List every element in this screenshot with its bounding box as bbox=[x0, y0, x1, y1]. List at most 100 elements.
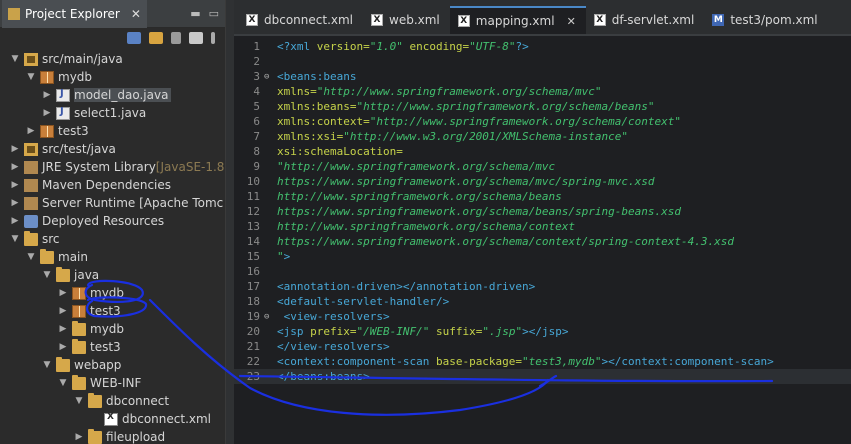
editor-tab[interactable]: Xweb.xml bbox=[363, 6, 450, 34]
code-line[interactable]: 9 "http://www.springframework.org/schema/… bbox=[234, 159, 851, 174]
code-line[interactable]: 7 xmlns:xsi="http://www.w3.org/2001/XMLSc… bbox=[234, 129, 851, 144]
tree-item[interactable]: ▶ mydb bbox=[58, 284, 125, 302]
chevron-down-icon[interactable]: ▼ bbox=[10, 234, 20, 244]
chevron-right-icon[interactable]: ▶ bbox=[74, 432, 84, 442]
code-line[interactable]: 8 xsi:schemaLocation= bbox=[234, 144, 851, 159]
xml-file-icon: X bbox=[457, 15, 470, 27]
line-number: 11 bbox=[246, 190, 260, 203]
code-line[interactable]: 23 </beans:beans> bbox=[234, 369, 851, 384]
chevron-right-icon[interactable]: ▶ bbox=[42, 108, 52, 118]
fold-toggle-icon[interactable]: ⊖ bbox=[264, 72, 272, 82]
tree-item[interactable]: ▼ mydb bbox=[26, 68, 93, 86]
minimize-icon[interactable]: ▬ bbox=[190, 7, 200, 20]
code-line[interactable]: 20 <jsp prefix="/WEB-INF/" suffix=".jsp">… bbox=[234, 324, 851, 339]
code-line[interactable]: 21 </view-resolvers> bbox=[234, 339, 851, 354]
editor-tab[interactable]: Xdf-servlet.xml bbox=[586, 6, 705, 34]
tree-item[interactable]: ▶ model_dao.java bbox=[42, 86, 172, 104]
tree-item[interactable]: ▶ Deployed Resources bbox=[10, 212, 165, 230]
chevron-down-icon[interactable]: ▼ bbox=[74, 396, 84, 406]
line-number: 13 bbox=[246, 220, 260, 233]
line-number: 1 bbox=[253, 40, 260, 53]
tree-item[interactable]: ▼ java bbox=[42, 266, 99, 284]
chevron-right-icon[interactable]: ▶ bbox=[10, 162, 20, 172]
project-explorer-tab[interactable]: Project Explorer ✕ bbox=[2, 0, 147, 28]
chevron-right-icon[interactable]: ▶ bbox=[10, 216, 20, 226]
tree-item[interactable]: ▼ src bbox=[10, 230, 60, 248]
chevron-right-icon[interactable]: ▶ bbox=[26, 126, 36, 136]
collapse-all-icon[interactable] bbox=[127, 32, 141, 44]
code-line[interactable]: 16 bbox=[234, 264, 851, 279]
chevron-right-icon[interactable]: ▶ bbox=[58, 342, 68, 352]
code-area[interactable]: 1 <?xml version="1.0" encoding="UTF-8"?> 2… bbox=[234, 38, 851, 444]
chevron-right-icon[interactable]: ▶ bbox=[42, 90, 52, 100]
panel-splitter[interactable] bbox=[226, 0, 234, 444]
chevron-right-icon[interactable]: ▶ bbox=[10, 180, 20, 190]
tree-item[interactable]: dbconnect.xml bbox=[90, 410, 211, 428]
chevron-right-icon[interactable]: ▶ bbox=[58, 288, 68, 298]
code-line[interactable]: 12 https://www.springframework.org/schema… bbox=[234, 204, 851, 219]
chevron-right-icon[interactable]: ▶ bbox=[10, 144, 20, 154]
link-with-editor-icon[interactable] bbox=[149, 32, 163, 44]
code-line[interactable]: 2 bbox=[234, 54, 851, 69]
code-line[interactable]: 4 xmlns="http://www.springframework.org/s… bbox=[234, 84, 851, 99]
chevron-right-icon[interactable]: ▶ bbox=[10, 198, 20, 208]
code-line[interactable]: 11 http://www.springframework.org/schema/… bbox=[234, 189, 851, 204]
view-menu-icon[interactable] bbox=[171, 32, 181, 44]
code-line[interactable]: 17 <annotation-driven></annotation-driven… bbox=[234, 279, 851, 294]
xml-editor: Xdbconnect.xml Xweb.xml Xmapping.xml ✕ Xdf-s… bbox=[234, 0, 851, 444]
editor-tab[interactable]: Xmapping.xml ✕ bbox=[449, 6, 586, 34]
close-icon[interactable]: ✕ bbox=[131, 7, 141, 21]
package-icon bbox=[40, 124, 54, 138]
code-line[interactable]: 22 <context:component-scan base-package="… bbox=[234, 354, 851, 369]
code-line[interactable]: 6 xmlns:context="http://www.springframewo… bbox=[234, 114, 851, 129]
editor-tab[interactable]: Mtest3/pom.xml bbox=[704, 6, 827, 34]
tree-item[interactable]: ▶ Server Runtime [Apache Tomc bbox=[10, 194, 224, 212]
tree-item[interactable]: ▼ dbconnect bbox=[74, 392, 169, 410]
chevron-down-icon[interactable]: ▼ bbox=[42, 360, 52, 370]
code-line[interactable]: 5 xmlns:beans="http://www.springframework… bbox=[234, 99, 851, 114]
code-line[interactable]: 19 ⊖ <view-resolvers> bbox=[234, 309, 851, 324]
code-line[interactable]: 18 <default-servlet-handler/> bbox=[234, 294, 851, 309]
tree-item[interactable]: ▶ mydb bbox=[58, 320, 124, 338]
library-icon bbox=[24, 178, 38, 192]
chevron-down-icon[interactable]: ▼ bbox=[42, 270, 52, 280]
code-text: </view-resolvers> bbox=[272, 340, 390, 353]
editor-tab-label: web.xml bbox=[389, 13, 440, 27]
line-number: 16 bbox=[246, 265, 260, 278]
tree-item[interactable]: ▶ test3 bbox=[26, 122, 89, 140]
tree-item[interactable]: ▶ test3 bbox=[58, 338, 121, 356]
chevron-right-icon bbox=[90, 414, 100, 424]
chevron-down-icon[interactable]: ▼ bbox=[26, 252, 36, 262]
chevron-right-icon[interactable]: ▶ bbox=[58, 306, 68, 316]
fold-toggle-icon[interactable]: ⊖ bbox=[264, 312, 272, 322]
code-line[interactable]: 3 ⊖ <beans:beans bbox=[234, 69, 851, 84]
chevron-down-icon[interactable]: ▼ bbox=[26, 72, 36, 82]
tree-item[interactable]: ▼ webapp bbox=[42, 356, 121, 374]
java-file-icon bbox=[56, 88, 70, 102]
tree-item[interactable]: ▼ src/main/java bbox=[10, 50, 123, 68]
chevron-down-icon[interactable]: ▼ bbox=[58, 378, 68, 388]
code-line[interactable]: 1 <?xml version="1.0" encoding="UTF-8"?> bbox=[234, 39, 851, 54]
tree-item[interactable]: ▶ test3 bbox=[58, 302, 121, 320]
code-line[interactable]: 15 "> bbox=[234, 249, 851, 264]
code-line[interactable]: 10 https://www.springframework.org/schema… bbox=[234, 174, 851, 189]
more-options-icon[interactable] bbox=[211, 32, 215, 44]
tree-item[interactable]: ▶ select1.java bbox=[42, 104, 147, 122]
code-token: xmlns= bbox=[277, 85, 317, 98]
code-token: https://www.springframework.org/schema/c… bbox=[277, 235, 734, 248]
tree-item[interactable]: ▶ Maven Dependencies bbox=[10, 176, 171, 194]
code-token: "http://www.w3.org/2001/XMLSchema-instan… bbox=[343, 130, 629, 143]
tree-item[interactable]: ▼ main bbox=[26, 248, 88, 266]
editor-tab[interactable]: Xdbconnect.xml bbox=[238, 6, 363, 34]
tree-item[interactable]: ▼ WEB-INF bbox=[58, 374, 141, 392]
close-tab-icon[interactable]: ✕ bbox=[567, 15, 576, 28]
code-line[interactable]: 14 https://www.springframework.org/schema… bbox=[234, 234, 851, 249]
maximize-icon[interactable]: ▭ bbox=[209, 7, 219, 20]
chevron-right-icon[interactable]: ▶ bbox=[58, 324, 68, 334]
focus-icon[interactable] bbox=[189, 32, 203, 44]
chevron-down-icon[interactable]: ▼ bbox=[10, 54, 20, 64]
tree-item[interactable]: ▶ src/test/java bbox=[10, 140, 116, 158]
code-line[interactable]: 13 http://www.springframework.org/schema/… bbox=[234, 219, 851, 234]
tree-item[interactable]: ▶ fileupload bbox=[74, 428, 165, 444]
tree-item[interactable]: ▶ JRE System Library [JavaSE-1.8 bbox=[10, 158, 225, 176]
